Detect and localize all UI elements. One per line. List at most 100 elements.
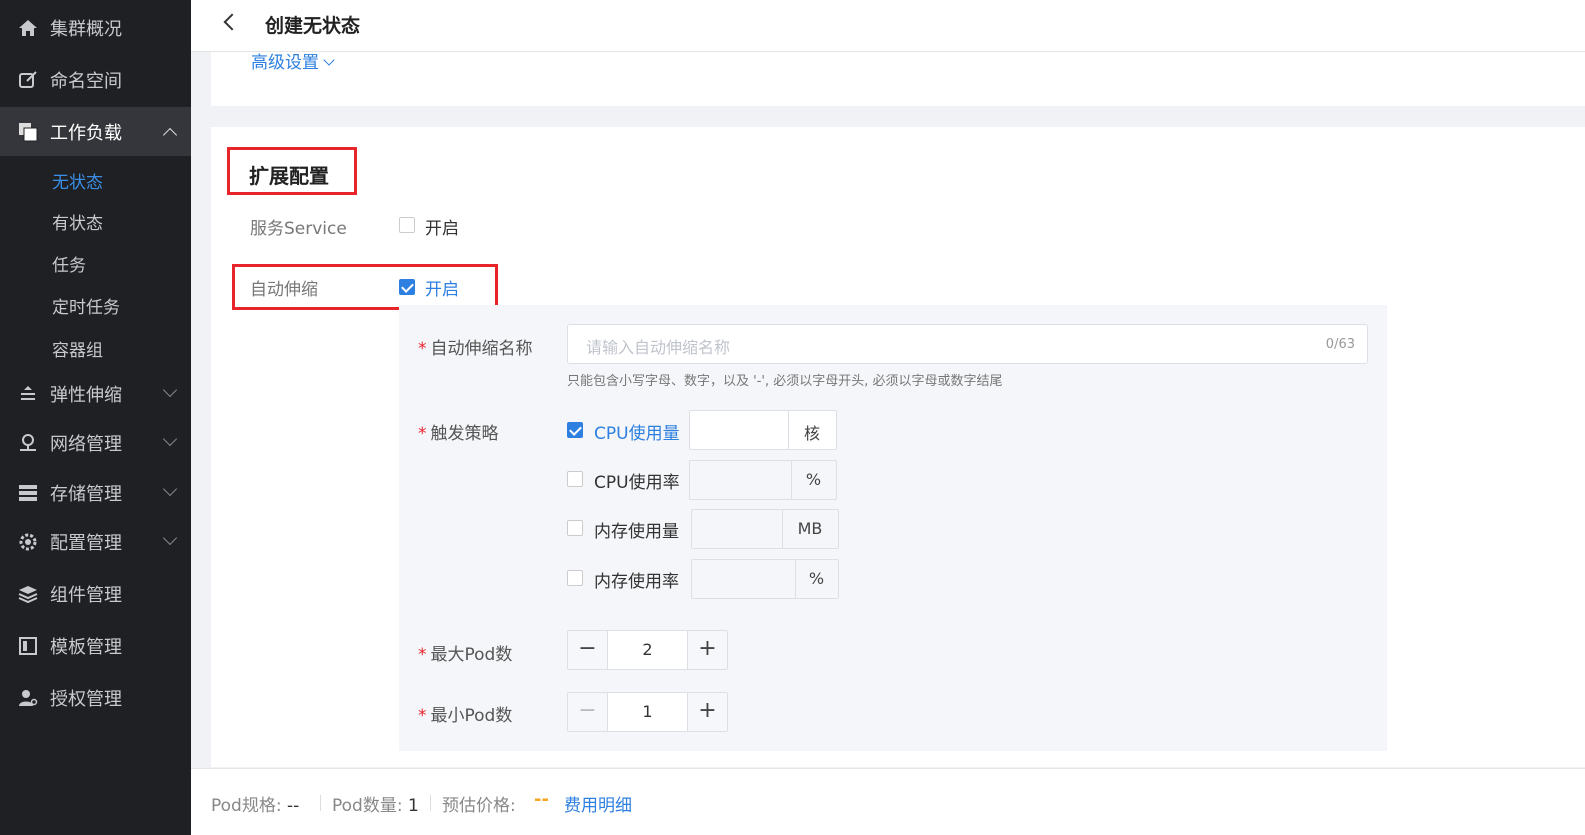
- unit-label: %: [805, 470, 822, 489]
- autoscale-toggle-label[interactable]: 开启: [425, 275, 459, 300]
- unit-label: MB: [797, 519, 823, 538]
- chevron-down-icon: [323, 54, 335, 66]
- sidebar-subitem-stateless[interactable]: 无状态: [52, 168, 103, 193]
- sidebar-subitem-cronjob[interactable]: 定时任务: [52, 293, 120, 318]
- back-icon[interactable]: [223, 13, 241, 31]
- home-icon: [17, 17, 39, 39]
- min-pod-stepper[interactable]: − 1 +: [567, 692, 728, 732]
- gear-icon: [17, 531, 39, 553]
- sidebar-item-templates[interactable]: 模板管理: [0, 622, 191, 670]
- stepper-value[interactable]: 2: [608, 640, 687, 659]
- sidebar-item-components[interactable]: 组件管理: [0, 570, 191, 618]
- label-text: 最大Pod数: [430, 645, 513, 665]
- memory-rate-checkbox[interactable]: [567, 570, 583, 586]
- divider: [320, 795, 321, 811]
- memory-usage-label: 内存使用量: [594, 522, 679, 542]
- input-placeholder: 请输入自动伸缩名称: [586, 338, 731, 357]
- sidebar-item-label: 授权管理: [50, 689, 122, 710]
- max-pod-label: * 最大Pod数: [418, 645, 513, 665]
- min-pod-label: * 最小Pod数: [418, 706, 513, 726]
- divider: [430, 795, 431, 811]
- cpu-usage-label: CPU使用量: [594, 424, 680, 444]
- autoscale-checkbox[interactable]: [399, 279, 415, 295]
- memory-usage-input[interactable]: MB: [691, 509, 839, 549]
- price-label: 预估价格:: [442, 796, 516, 816]
- memory-rate-input[interactable]: %: [691, 559, 839, 599]
- value-field[interactable]: [690, 461, 792, 499]
- memory-rate-label: 内存使用率: [594, 572, 679, 592]
- sidebar-item-label: 配置管理: [50, 533, 122, 554]
- page-header: 创建无状态: [191, 0, 1585, 52]
- label-text: 最小Pod数: [430, 706, 513, 726]
- chevron-down-icon: [162, 382, 178, 398]
- sidebar-item-label: 工作负载: [50, 122, 122, 144]
- cost-detail-link[interactable]: 费用明细: [564, 791, 632, 816]
- label-text: 触发策略: [430, 424, 499, 444]
- label-text: 自动伸缩名称: [430, 339, 533, 359]
- chevron-down-icon: [162, 431, 178, 447]
- autoscale-name-input[interactable]: 请输入自动伸缩名称 0/63: [567, 324, 1368, 364]
- price-value: --: [534, 789, 549, 810]
- sidebar-item-label: 命名空间: [50, 71, 122, 92]
- input-hint: 只能包含小写字母、数字，以及 '-', 必须以字母开头, 必须以字母或数字结尾: [567, 374, 1003, 389]
- sidebar: 集群概况 命名空间 工作负载 无状态 有状态 任务 定时任务 容器组 弹性伸缩 …: [0, 0, 191, 835]
- sidebar-item-label: 网络管理: [50, 434, 122, 455]
- autoscale-label: 自动伸缩: [250, 280, 318, 300]
- layers-icon: [17, 583, 39, 605]
- advanced-settings-label: 高级设置: [251, 53, 319, 73]
- sidebar-item-storage[interactable]: 存储管理: [0, 469, 191, 517]
- service-toggle-label[interactable]: 开启: [425, 214, 459, 239]
- extension-config-card: 扩展配置 服务Service 开启 自动伸缩 开启 * 自动伸缩名称 请输入自动伸…: [211, 127, 1585, 767]
- sidebar-subitem-job[interactable]: 任务: [52, 251, 86, 276]
- sidebar-item-label: 弹性伸缩: [50, 385, 122, 406]
- cpu-rate-input[interactable]: %: [689, 460, 837, 500]
- trigger-policy-label: * 触发策略: [418, 424, 499, 444]
- sidebar-item-authorization[interactable]: 授权管理: [0, 674, 191, 722]
- decrement-button[interactable]: −: [568, 631, 608, 669]
- cpu-rate-checkbox[interactable]: [567, 471, 583, 487]
- cpu-usage-input[interactable]: 核: [689, 410, 837, 450]
- memory-usage-checkbox[interactable]: [567, 520, 583, 536]
- network-icon: [17, 432, 39, 454]
- unit-label: %: [808, 569, 825, 588]
- sidebar-subitem-stateful[interactable]: 有状态: [52, 209, 103, 234]
- service-checkbox[interactable]: [399, 217, 415, 233]
- footer-bar: Pod规格: -- Pod数量: 1 预估价格: -- 费用明细: [191, 768, 1585, 835]
- footer-value: --: [286, 796, 300, 816]
- increment-button[interactable]: +: [687, 693, 727, 731]
- user-key-icon: [17, 687, 39, 709]
- chevron-up-icon: [162, 127, 178, 143]
- scale-icon: [17, 383, 39, 405]
- sidebar-item-label: 模板管理: [50, 637, 122, 658]
- service-label: 服务Service: [250, 219, 347, 239]
- sidebar-item-namespace[interactable]: 命名空间: [0, 56, 191, 104]
- autoscale-panel: * 自动伸缩名称 请输入自动伸缩名称 0/63 只能包含小写字母、数字，以及 '-…: [399, 305, 1387, 751]
- sidebar-subitem-pod[interactable]: 容器组: [52, 336, 103, 361]
- sidebar-item-config[interactable]: 配置管理: [0, 518, 191, 566]
- value-field[interactable]: [692, 560, 796, 598]
- chevron-down-icon: [162, 530, 178, 546]
- footer-label: Pod规格:: [211, 796, 282, 816]
- footer-value: 1: [407, 796, 419, 816]
- sidebar-item-autoscaling[interactable]: 弹性伸缩: [0, 370, 191, 418]
- template-icon: [17, 635, 39, 657]
- increment-button[interactable]: +: [687, 631, 727, 669]
- page-title: 创建无状态: [265, 15, 361, 37]
- sidebar-item-cluster-overview[interactable]: 集群概况: [0, 4, 191, 52]
- sidebar-item-workload[interactable]: 工作负载: [0, 107, 191, 156]
- char-counter: 0/63: [1325, 337, 1355, 352]
- sidebar-item-network[interactable]: 网络管理: [0, 419, 191, 467]
- chevron-down-icon: [162, 481, 178, 497]
- cpu-usage-checkbox[interactable]: [567, 422, 583, 438]
- sidebar-item-label: 集群概况: [50, 19, 122, 40]
- autoscale-name-label: * 自动伸缩名称: [418, 339, 533, 359]
- value-field[interactable]: [690, 411, 789, 449]
- max-pod-stepper[interactable]: − 2 +: [567, 630, 728, 670]
- value-field[interactable]: [692, 510, 783, 548]
- sidebar-item-label: 存储管理: [50, 484, 122, 505]
- storage-icon: [17, 482, 39, 504]
- decrement-button[interactable]: −: [568, 693, 608, 731]
- stepper-value[interactable]: 1: [608, 702, 687, 721]
- copy-icon: [17, 121, 39, 143]
- section-title: 扩展配置: [249, 164, 329, 188]
